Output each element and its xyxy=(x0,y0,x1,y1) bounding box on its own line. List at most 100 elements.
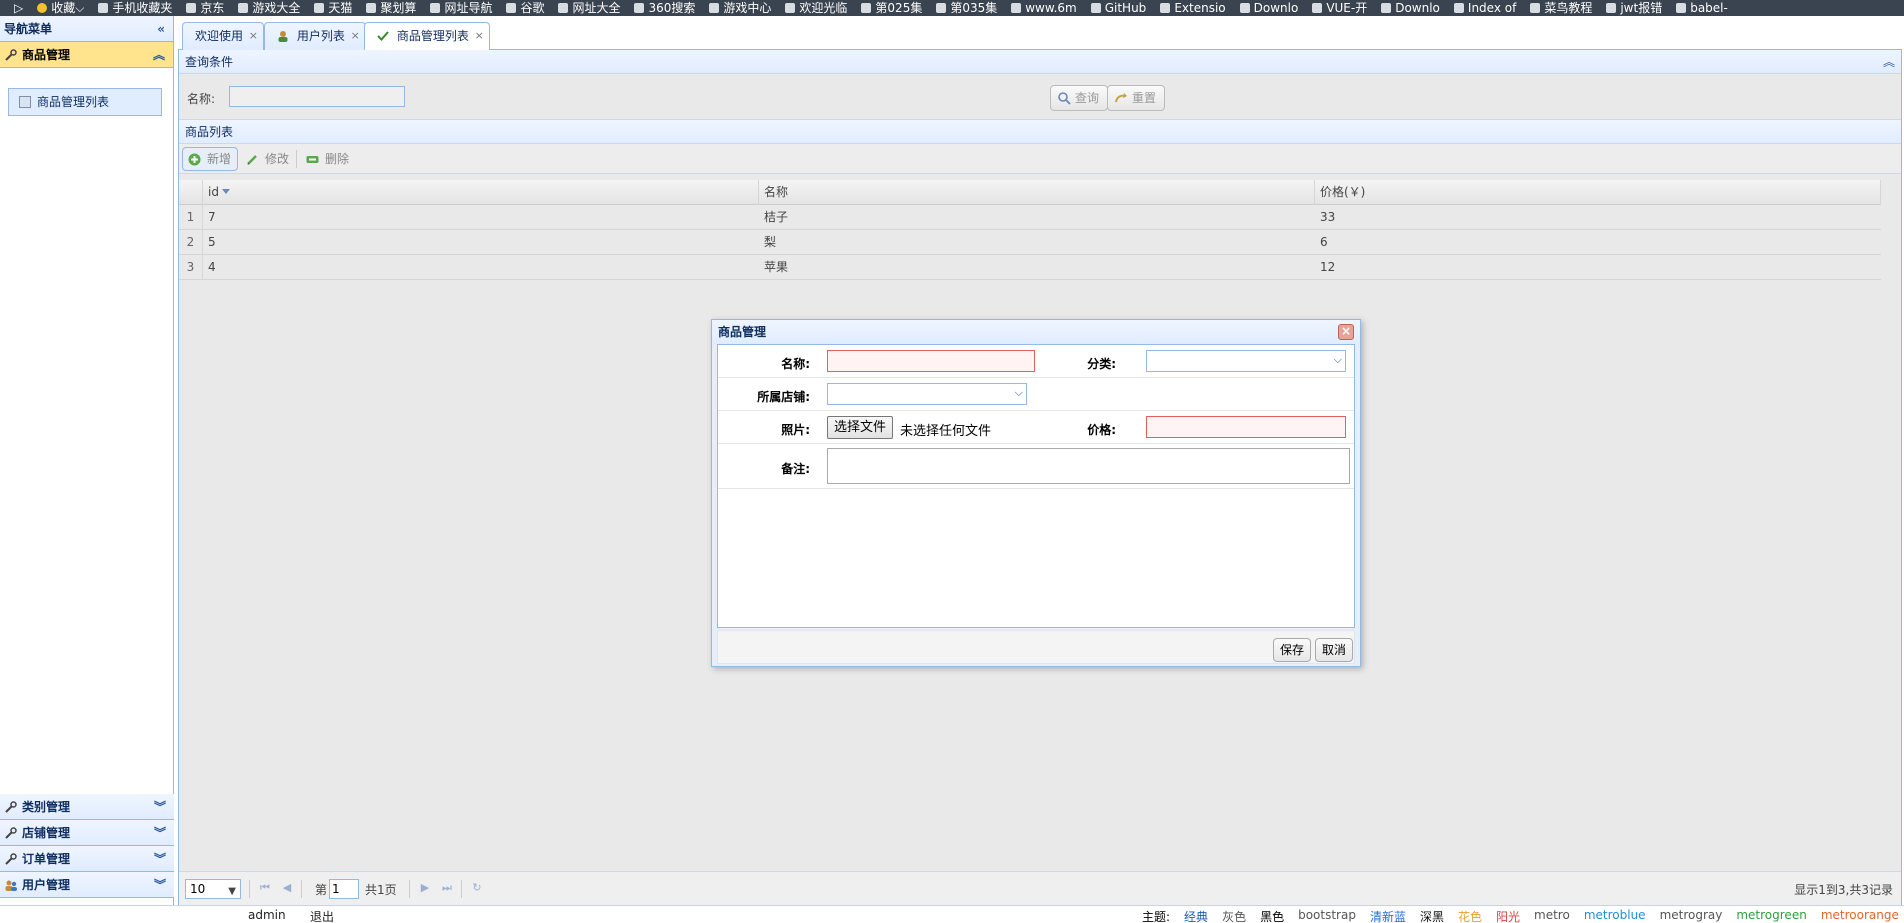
bookmark-6[interactable]: 网址导航 xyxy=(430,0,492,16)
bookmark-18[interactable]: VUE-开 xyxy=(1312,0,1367,16)
bookmark-14[interactable]: www.6m xyxy=(1011,0,1077,16)
wrench-icon xyxy=(5,853,17,865)
phone-icon xyxy=(98,3,109,13)
theme-link[interactable]: 花色 xyxy=(1458,908,1482,923)
next-page-icon[interactable]: ▶ xyxy=(417,880,433,896)
theme-link[interactable]: 黑色 xyxy=(1260,908,1284,923)
theme-link[interactable]: 清新蓝 xyxy=(1370,908,1406,923)
collapse-left-icon[interactable]: « xyxy=(157,16,165,42)
bookmark-19[interactable]: Downlo xyxy=(1381,0,1440,16)
theme-link[interactable]: bootstrap xyxy=(1298,908,1356,923)
add-button[interactable]: 新增 xyxy=(182,147,239,171)
chevron-down-icon[interactable]: ︾ xyxy=(154,820,166,846)
cancel-button[interactable]: 取消 xyxy=(1315,638,1354,662)
nav-section-category[interactable]: 类别管理 ︾ xyxy=(0,794,174,820)
chevron-up-icon[interactable]: ︽ xyxy=(1883,50,1895,74)
bookmark-11[interactable]: 欢迎光临 xyxy=(785,0,847,16)
column-header-id[interactable]: id xyxy=(203,180,759,205)
bookmark-22[interactable]: jwt报错 xyxy=(1606,0,1662,16)
bookmark-10[interactable]: 游戏中心 xyxy=(709,0,771,16)
theme-link[interactable]: 灰色 xyxy=(1222,908,1246,923)
bookmark-17[interactable]: Downlo xyxy=(1239,0,1298,16)
theme-link[interactable]: metrogray xyxy=(1660,908,1723,923)
tab-label: 用户列表 xyxy=(296,29,345,43)
remark-textarea[interactable] xyxy=(827,448,1350,484)
bookmark-0[interactable]: 收藏 ⌵ xyxy=(37,0,84,16)
nav-section-body: 商品管理列表 xyxy=(0,68,173,798)
chevron-down-icon[interactable]: ︾ xyxy=(154,794,166,820)
bookmarks-toggle[interactable]: ▷ xyxy=(14,0,23,16)
choose-file-button[interactable]: 选择文件 xyxy=(827,416,894,439)
close-icon[interactable]: × xyxy=(1338,324,1354,340)
nav-section-order[interactable]: 订单管理 ︾ xyxy=(0,846,174,872)
bookmark-8[interactable]: 网址大全 xyxy=(558,0,620,16)
save-button[interactable]: 保存 xyxy=(1273,638,1312,662)
table-row[interactable]: 1 7 桔子 33 xyxy=(179,205,1881,230)
close-icon[interactable]: × xyxy=(249,23,258,49)
bookmark-20[interactable]: Index of xyxy=(1453,0,1516,16)
bookmark-13[interactable]: 第035集 xyxy=(936,0,997,16)
bookmark-2[interactable]: 京东 xyxy=(186,0,224,16)
edit-button[interactable]: 修改 xyxy=(240,147,296,171)
page-icon xyxy=(936,3,947,13)
theme-link[interactable]: metrogreen xyxy=(1736,908,1806,923)
column-header-name[interactable]: 名称 xyxy=(759,180,1315,205)
search-button[interactable]: 查询 xyxy=(1050,85,1109,111)
delete-button[interactable]: 删除 xyxy=(300,147,356,171)
photo-label: 照片: xyxy=(781,423,810,437)
nav-section-goods[interactable]: 商品管理 ︽ xyxy=(0,42,173,68)
query-name-input[interactable] xyxy=(229,86,405,107)
bookmark-9[interactable]: 360搜索 xyxy=(634,0,695,16)
nav-section-user[interactable]: 用户管理 ︾ xyxy=(0,872,174,898)
tab-goods-list[interactable]: 商品管理列表 × xyxy=(364,22,490,51)
bookmark-4[interactable]: 天猫 xyxy=(314,0,352,16)
first-page-icon[interactable]: ⏮ xyxy=(257,880,273,896)
bookmark-12[interactable]: 第025集 xyxy=(861,0,922,16)
table-row[interactable]: 2 5 梨 6 xyxy=(179,230,1881,255)
last-page-icon[interactable]: ⏭ xyxy=(439,880,455,896)
refresh-icon[interactable]: ↻ xyxy=(469,880,485,896)
bookmark-5[interactable]: 聚划算 xyxy=(366,0,416,16)
logout-link[interactable]: 退出 xyxy=(310,908,334,923)
chevron-up-icon[interactable]: ︽ xyxy=(153,42,165,68)
category-select[interactable]: ⌵ xyxy=(1146,350,1346,372)
shop-select[interactable]: ⌵ xyxy=(827,383,1027,405)
price-input[interactable] xyxy=(1146,416,1346,438)
column-header-price[interactable]: 价格(￥) xyxy=(1315,180,1881,205)
bookmark-1[interactable]: 手机收藏夹 xyxy=(98,0,172,16)
table-row[interactable]: 3 4 苹果 12 xyxy=(179,255,1881,280)
nav-section-shop[interactable]: 店铺管理 ︾ xyxy=(0,820,174,846)
close-icon[interactable]: × xyxy=(475,23,484,49)
theme-link[interactable]: metroblue xyxy=(1584,908,1646,923)
tab-user-list[interactable]: 用户列表 × xyxy=(264,22,366,50)
page-number-input[interactable]: 1 xyxy=(329,879,359,899)
dialog-form: 名称: 分类: ⌵ 所属店铺: ⌵ 照片: 选择文件 未选择任何文件 价格: 备… xyxy=(717,344,1355,628)
tab-welcome[interactable]: 欢迎使用 × xyxy=(182,22,265,50)
bookmark-7[interactable]: 谷歌 xyxy=(506,0,544,16)
name-input[interactable] xyxy=(827,350,1035,372)
chevron-down-icon[interactable]: ︾ xyxy=(154,846,166,872)
bookmark-3[interactable]: 游戏大全 xyxy=(238,0,300,16)
list-panel-header: 商品列表 xyxy=(179,120,1901,144)
nav-leaf-goods-list[interactable]: 商品管理列表 xyxy=(8,88,162,116)
theme-link[interactable]: 经典 xyxy=(1184,908,1208,923)
theme-link[interactable]: 深黑 xyxy=(1420,908,1444,923)
check-icon xyxy=(377,31,389,41)
bookmark-23[interactable]: babel- xyxy=(1676,0,1728,16)
bookmark-16[interactable]: Extensio xyxy=(1160,0,1226,16)
page-size-select[interactable]: 10 ▼ xyxy=(185,879,241,899)
bookmark-21[interactable]: 菜鸟教程 xyxy=(1530,0,1592,16)
theme-link[interactable]: metroorange xyxy=(1821,908,1899,923)
reset-button[interactable]: 重置 xyxy=(1107,85,1166,111)
theme-link[interactable]: 阳光 xyxy=(1496,908,1520,923)
bookmark-15[interactable]: GitHub xyxy=(1090,0,1146,16)
chevron-down-icon[interactable]: ︾ xyxy=(154,872,166,898)
wrench-icon xyxy=(5,827,17,839)
prev-page-icon[interactable]: ◀ xyxy=(279,880,295,896)
page-size-value: 10 xyxy=(190,882,206,896)
close-icon[interactable]: × xyxy=(351,23,360,49)
cell-id: 5 xyxy=(208,235,216,249)
pager-separator xyxy=(249,880,250,898)
theme-link[interactable]: metro xyxy=(1534,908,1570,923)
nav-section-label: 用户管理 xyxy=(22,878,71,892)
